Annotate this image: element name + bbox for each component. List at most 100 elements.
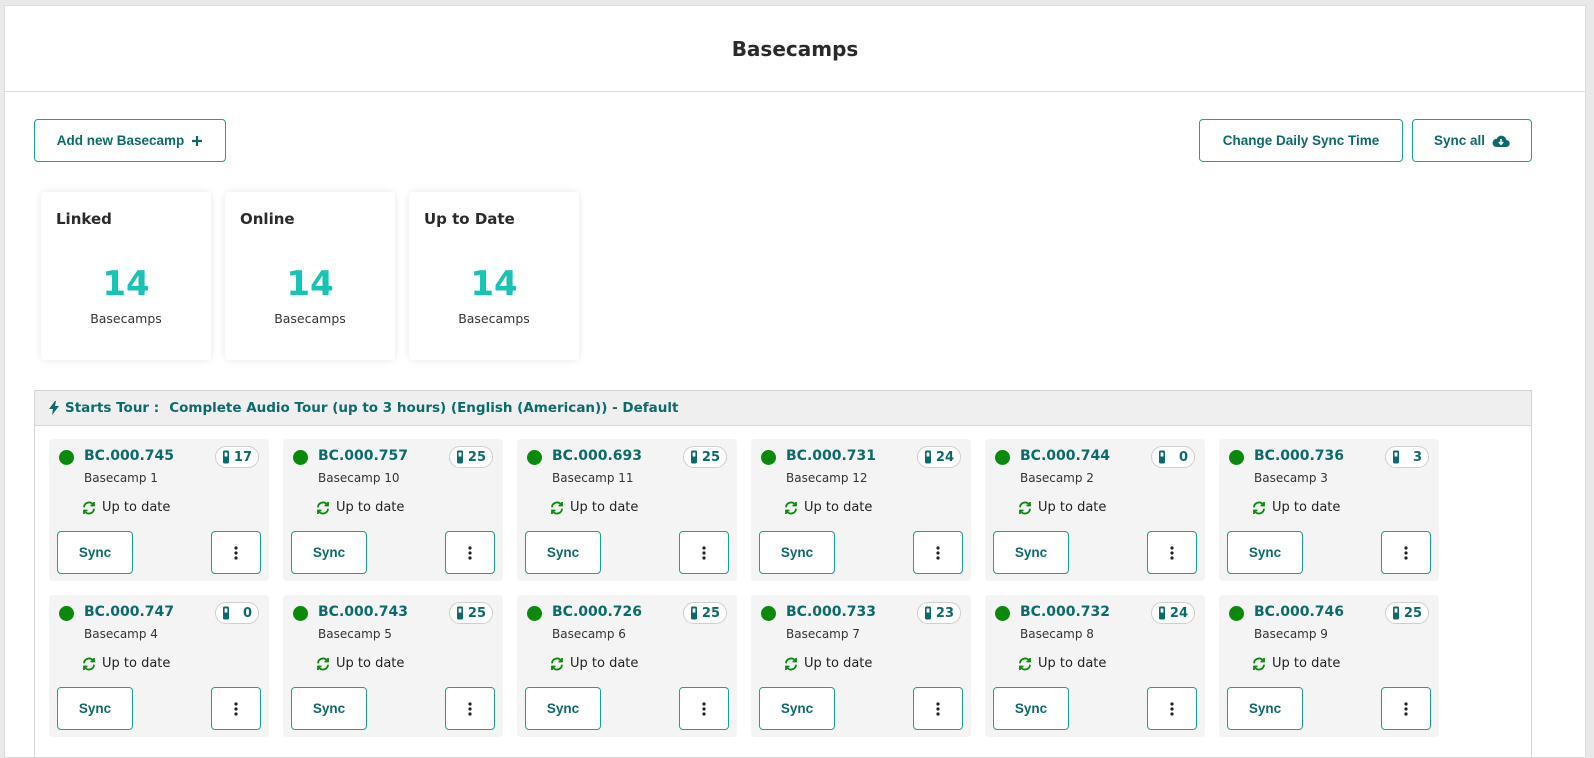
more-vertical-icon <box>234 545 238 560</box>
more-options-button[interactable] <box>679 687 729 730</box>
device-count: 3 <box>1412 449 1422 465</box>
cloud-download-icon <box>1492 135 1510 147</box>
sync-button[interactable]: Sync <box>291 687 367 730</box>
device-count: 0 <box>242 605 252 621</box>
device-icon <box>1393 450 1399 464</box>
basecamp-card: BC.000.733 Basecamp 7 23 Up to date Sync <box>751 595 971 737</box>
basecamp-card: BC.000.736 Basecamp 3 3 Up to date Sync <box>1219 439 1439 581</box>
refresh-icon <box>1253 501 1265 514</box>
stat-card-linked: Linked 14 Basecamps <box>41 192 211 360</box>
sync-button[interactable]: Sync <box>525 531 601 574</box>
stat-unit: Basecamps <box>274 311 346 326</box>
online-indicator <box>527 450 542 465</box>
sync-button[interactable]: Sync <box>993 531 1069 574</box>
online-indicator <box>59 606 74 621</box>
refresh-icon <box>785 501 797 514</box>
more-options-button[interactable] <box>445 687 495 730</box>
device-icon <box>690 450 697 464</box>
basecamp-code[interactable]: BC.000.757 <box>318 448 408 464</box>
refresh-icon <box>83 501 95 514</box>
more-vertical-icon <box>936 545 940 560</box>
basecamp-code[interactable]: BC.000.732 <box>1020 604 1110 620</box>
sync-button[interactable]: Sync <box>1227 687 1303 730</box>
more-options-button[interactable] <box>1381 531 1431 574</box>
sync-status-text: Up to date <box>570 500 639 515</box>
basecamp-name: Basecamp 1 <box>84 471 158 485</box>
sync-all-label: Sync all <box>1433 133 1486 148</box>
sync-button[interactable]: Sync <box>759 687 835 730</box>
basecamp-code[interactable]: BC.000.743 <box>318 604 408 620</box>
stat-label: Linked <box>56 210 112 228</box>
tour-header: Starts Tour : Complete Audio Tour (up to… <box>35 391 1531 426</box>
more-options-button[interactable] <box>1381 687 1431 730</box>
more-vertical-icon <box>1404 545 1408 560</box>
change-sync-time-button[interactable]: Change Daily Sync Time <box>1199 119 1403 162</box>
more-options-button[interactable] <box>211 531 261 574</box>
device-count-badge: 23 <box>916 602 961 624</box>
online-indicator <box>293 450 308 465</box>
basecamp-name: Basecamp 9 <box>1254 627 1328 641</box>
sync-button[interactable]: Sync <box>993 687 1069 730</box>
sync-button[interactable]: Sync <box>525 687 601 730</box>
more-vertical-icon <box>1404 701 1408 716</box>
online-indicator <box>761 606 776 621</box>
sync-status: Up to date <box>316 656 404 671</box>
add-basecamp-button[interactable]: Add new Basecamp <box>34 119 226 162</box>
basecamp-code[interactable]: BC.000.733 <box>786 604 876 620</box>
device-icon <box>924 606 931 620</box>
sync-status: Up to date <box>82 656 170 671</box>
sync-status: Up to date <box>550 500 638 515</box>
sync-status: Up to date <box>316 500 404 515</box>
basecamp-name: Basecamp 4 <box>84 627 158 641</box>
basecamp-code[interactable]: BC.000.731 <box>786 448 876 464</box>
basecamp-code[interactable]: BC.000.747 <box>84 604 174 620</box>
lightning-icon <box>49 401 59 415</box>
device-count-badge: 25 <box>448 446 493 468</box>
more-options-button[interactable] <box>1147 687 1197 730</box>
stat-unit: Basecamps <box>90 311 162 326</box>
basecamp-code[interactable]: BC.000.744 <box>1020 448 1110 464</box>
refresh-icon <box>551 657 563 670</box>
device-icon <box>1158 606 1165 620</box>
basecamp-code[interactable]: BC.000.746 <box>1254 604 1344 620</box>
basecamp-code[interactable]: BC.000.745 <box>84 448 174 464</box>
device-count: 23 <box>935 605 954 621</box>
more-vertical-icon <box>1170 545 1174 560</box>
device-count-badge: 17 <box>214 446 259 468</box>
more-options-button[interactable] <box>913 531 963 574</box>
online-indicator <box>1229 606 1244 621</box>
more-options-button[interactable] <box>913 687 963 730</box>
sync-button[interactable]: Sync <box>759 531 835 574</box>
sync-status: Up to date <box>784 500 872 515</box>
sync-status: Up to date <box>1252 656 1340 671</box>
device-icon <box>1159 450 1165 464</box>
device-icon <box>924 450 931 464</box>
more-options-button[interactable] <box>1147 531 1197 574</box>
basecamp-card: BC.000.745 Basecamp 1 17 Up to date Sync <box>49 439 269 581</box>
sync-status: Up to date <box>1018 656 1106 671</box>
refresh-icon <box>1019 657 1031 670</box>
more-options-button[interactable] <box>211 687 261 730</box>
page-title: Basecamps <box>731 36 859 61</box>
more-vertical-icon <box>702 701 706 716</box>
device-count-badge: 24 <box>1150 602 1195 624</box>
basecamp-name: Basecamp 6 <box>552 627 626 641</box>
device-count: 24 <box>935 449 954 465</box>
basecamp-name: Basecamp 5 <box>318 627 392 641</box>
basecamp-code[interactable]: BC.000.736 <box>1254 448 1344 464</box>
basecamp-code[interactable]: BC.000.693 <box>552 448 642 464</box>
more-options-button[interactable] <box>679 531 729 574</box>
basecamp-code[interactable]: BC.000.726 <box>552 604 642 620</box>
device-count: 24 <box>1169 605 1188 621</box>
basecamp-name: Basecamp 3 <box>1254 471 1328 485</box>
refresh-icon <box>551 501 563 514</box>
more-options-button[interactable] <box>445 531 495 574</box>
device-count-badge: 25 <box>448 602 493 624</box>
sync-button[interactable]: Sync <box>291 531 367 574</box>
sync-button[interactable]: Sync <box>1227 531 1303 574</box>
sync-all-button[interactable]: Sync all <box>1412 119 1532 162</box>
basecamp-card: BC.000.746 Basecamp 9 25 Up to date Sync <box>1219 595 1439 737</box>
sync-button[interactable]: Sync <box>57 531 133 574</box>
change-sync-time-label: Change Daily Sync Time <box>1222 133 1380 148</box>
sync-button[interactable]: Sync <box>57 687 133 730</box>
